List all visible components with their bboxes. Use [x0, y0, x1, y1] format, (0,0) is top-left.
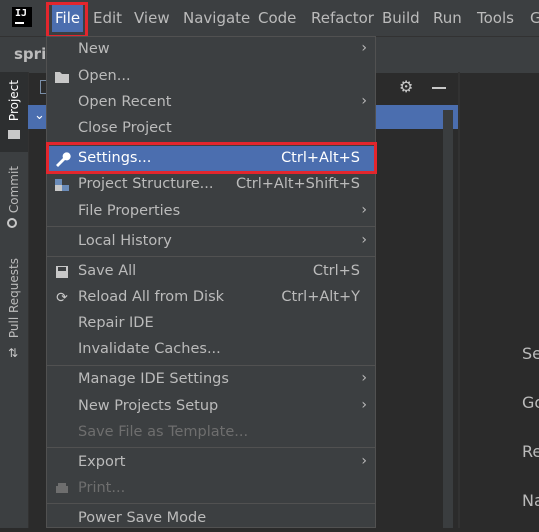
menu-separator — [47, 503, 375, 504]
project-tool-label[interactable]: Project — [7, 80, 21, 121]
menu-item-local-history[interactable]: Local History › — [47, 229, 375, 255]
menu-build[interactable]: Build — [382, 9, 420, 27]
reload-icon: ⟳ — [56, 290, 68, 306]
commit-icon — [7, 218, 17, 228]
folder-open-icon — [53, 68, 71, 86]
print-icon — [53, 480, 71, 498]
chevron-right-icon: › — [361, 453, 367, 469]
menu-item-open[interactable]: Open... — [47, 64, 375, 90]
menu-git[interactable]: G — [530, 9, 539, 27]
editor-hint: Go — [522, 393, 539, 412]
editor-hint: Na — [522, 491, 539, 510]
file-menu-dropdown: New › Open... Open Recent › Close Projec… — [46, 36, 376, 528]
chevron-right-icon: › — [361, 202, 367, 218]
intellij-logo-icon[interactable]: IJ — [10, 5, 34, 29]
menu-code[interactable]: Code — [258, 9, 296, 27]
menu-run[interactable]: Run — [433, 9, 462, 27]
folder-icon — [8, 130, 20, 139]
chevron-right-icon: › — [361, 232, 367, 248]
menu-item-invalidate-caches[interactable]: Invalidate Caches... — [47, 337, 375, 363]
gear-icon[interactable]: ⚙ — [399, 77, 413, 96]
menu-item-new-projects-setup[interactable]: New Projects Setup › — [47, 394, 375, 420]
save-icon — [53, 263, 71, 281]
settings-annotation — [46, 142, 377, 174]
chevron-right-icon: › — [361, 397, 367, 413]
editor-hint: Se — [522, 344, 539, 363]
menu-edit[interactable]: Edit — [93, 9, 122, 27]
pull-requests-tool-label[interactable]: Pull Requests — [7, 258, 21, 338]
editor-hint: Re — [522, 442, 539, 461]
menu-item-save-all[interactable]: Save All Ctrl+S — [47, 259, 375, 285]
menu-separator — [47, 447, 375, 448]
menu-item-reload[interactable]: ⟳ Reload All from Disk Ctrl+Alt+Y — [47, 285, 375, 311]
menu-item-power-save-mode[interactable]: Power Save Mode — [47, 506, 375, 532]
menu-separator — [47, 226, 375, 227]
menu-item-close-project[interactable]: Close Project — [47, 116, 375, 142]
menu-refactor[interactable]: Refactor — [311, 9, 374, 27]
chevron-down-icon[interactable]: ⌄ — [34, 108, 45, 123]
pull-request-icon: ⇅ — [8, 346, 19, 360]
menu-item-repair-ide[interactable]: Repair IDE — [47, 311, 375, 337]
chevron-right-icon: › — [361, 93, 367, 109]
menu-item-manage-ide-settings[interactable]: Manage IDE Settings › — [47, 367, 375, 393]
file-menu-annotation — [46, 2, 88, 38]
project-structure-icon — [53, 176, 71, 194]
menu-item-open-recent[interactable]: Open Recent › — [47, 90, 375, 116]
menu-separator — [47, 365, 375, 366]
commit-tool-label[interactable]: Commit — [7, 166, 21, 213]
menu-item-new[interactable]: New › — [47, 37, 375, 63]
menu-item-save-as-template[interactable]: Save File as Template... — [47, 420, 375, 446]
panel-divider[interactable] — [458, 72, 460, 528]
scrollbar[interactable] — [443, 110, 453, 528]
menu-item-print[interactable]: Print... — [47, 476, 375, 502]
menu-view[interactable]: View — [134, 9, 170, 27]
menu-tools[interactable]: Tools — [477, 9, 514, 27]
menu-navigate[interactable]: Navigate — [183, 9, 250, 27]
chevron-right-icon: › — [361, 40, 367, 56]
minimize-icon[interactable] — [432, 87, 446, 89]
chevron-right-icon: › — [361, 370, 367, 386]
menu-item-export[interactable]: Export › — [47, 450, 375, 476]
menu-item-project-structure[interactable]: Project Structure... Ctrl+Alt+Shift+S — [47, 172, 375, 198]
menu-separator — [47, 256, 375, 257]
menu-item-file-properties[interactable]: File Properties › — [47, 199, 375, 225]
